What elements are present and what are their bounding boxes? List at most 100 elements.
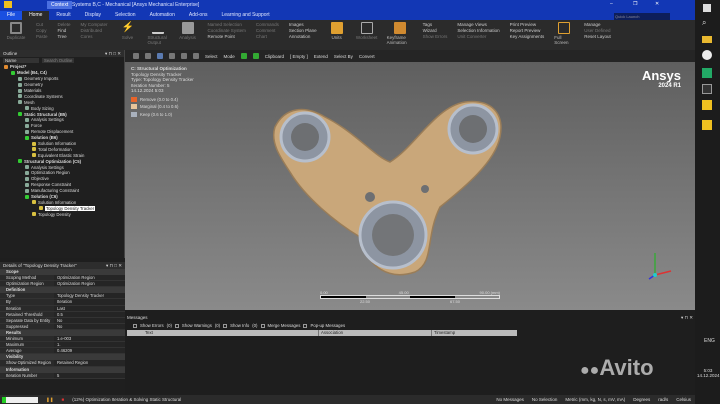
comment-button[interactable]: Comment [256,28,279,33]
full-screen-button[interactable]: Full Screen [554,22,574,48]
column-text[interactable]: Text [127,330,319,336]
keyframe-animation-button[interactable]: Keyframe Animation [387,22,413,48]
popup-messages-checkbox[interactable] [303,323,308,328]
select-label[interactable]: Select [205,54,218,59]
details-value[interactable]: Optimization Region [54,281,125,287]
annotation-button[interactable]: Annotation [289,34,317,39]
show-info-checkbox[interactable] [223,323,228,328]
tab-add-ons[interactable]: Add-ons [182,11,215,20]
tree-button[interactable]: Tree [58,34,71,39]
remote-point-button[interactable]: Remote Point [208,34,246,39]
show-warnings-checkbox[interactable] [174,323,179,328]
named-selection-button[interactable]: Named Selection [208,22,246,27]
mechanical-taskbar-icon[interactable] [702,120,712,130]
reset-layout-button[interactable]: Reset Layout [584,34,611,39]
details-value[interactable]: 0.5 [54,311,125,317]
show-errors-checkbox[interactable] [133,323,137,328]
close-button[interactable]: ✕ [655,1,659,7]
zoom-out-icon[interactable] [145,53,151,59]
cut-button[interactable]: Cut [36,22,48,27]
key-assignments-button[interactable]: Key Assignments [510,34,545,39]
ansys-taskbar-icon[interactable] [702,100,712,110]
report-preview-button[interactable]: Report Preview [510,28,545,33]
analysis-button[interactable]: Analysis [178,22,198,48]
details-value[interactable]: Optimization Region [54,275,125,281]
delete-button[interactable]: Delete [58,22,71,27]
quick-launch-input[interactable]: Quick Launch [614,13,670,20]
cores-field[interactable]: Cores [81,34,108,39]
wizard-button[interactable]: Wizard [423,28,448,33]
name-filter-dropdown[interactable]: Name [3,58,39,63]
select-by-dropdown[interactable]: Select By [334,54,353,59]
clipboard-dropdown[interactable]: Clipboard [265,54,284,59]
column-timestamp[interactable]: Timestamp [432,330,517,336]
show-errors-button[interactable]: Show Errors [423,34,448,39]
details-value[interactable]: No [54,323,125,329]
chart-button[interactable]: Chart [256,34,279,39]
mode-dropdown[interactable]: Mode [224,54,235,59]
rotate-icon[interactable] [169,53,175,59]
select-face-icon[interactable] [240,53,247,59]
convert-dropdown[interactable]: Convert [359,54,375,59]
language-indicator[interactable]: ENG [704,338,715,344]
details-value[interactable]: Retained Region [54,360,125,366]
copy-button[interactable]: Copy [36,28,48,33]
column-association[interactable]: Association [319,330,432,336]
print-preview-button[interactable]: Print Preview [510,22,545,27]
browser-icon[interactable] [702,50,712,60]
solve-target-select[interactable]: My Computer [81,22,108,27]
details-value[interactable]: 1. [54,342,125,348]
manage-views-button[interactable]: Manage Views [457,22,499,27]
view-icon[interactable] [157,53,163,59]
details-value[interactable]: 1.e-003 [54,336,125,342]
windows-start-icon[interactable] [703,4,711,12]
restore-button[interactable]: ❐ [633,1,637,7]
selection-information-button[interactable]: Selection Information [457,28,499,33]
messages-status[interactable]: No Messages [496,397,524,402]
worksheet-button[interactable]: Worksheet [356,22,377,48]
details-value[interactable]: 5 [54,372,125,378]
outline-search-input[interactable]: Search Outline [42,58,74,63]
app-icon-green[interactable] [702,68,712,78]
duplicate-button[interactable]: Duplicate [6,22,26,48]
section-plane-button[interactable]: Section Plane [289,28,317,33]
panel-controls[interactable]: ▾ ⊓ □ ✕ [105,51,121,56]
tab-display[interactable]: Display [78,11,108,20]
tab-selection[interactable]: Selection [108,11,143,20]
details-value[interactable]: Topology Density Tracker [54,293,125,299]
pause-button[interactable]: ❚❚ [46,397,54,403]
messages-panel-controls[interactable]: ▾ ⊓ ✕ [681,315,693,321]
structural-output-button[interactable]: Structural Output [148,22,168,48]
units-button[interactable]: Units [327,22,347,48]
details-value[interactable]: 0.46209 [54,348,125,354]
file-explorer-icon[interactable] [702,36,712,43]
clock[interactable]: 5:03 14.12.2024 [697,368,720,378]
tab-learning[interactable]: Learning and Support [215,11,277,20]
solve-button[interactable]: ⚡ Solve [118,22,138,48]
details-row[interactable]: Iteration Number 5 [0,372,125,379]
manage-layout-button[interactable]: Manage [584,22,611,27]
rate-units[interactable]: rad/s [658,397,668,402]
graphics-viewport[interactable]: C: Structural Optimization Topology Dens… [125,62,695,310]
details-panel-controls[interactable]: ▾ ⊓ □ ✕ [106,263,122,268]
merge-messages-checkbox[interactable] [260,323,265,328]
details-value[interactable]: No [54,317,125,323]
details-value[interactable]: Last [54,305,125,311]
tags-button[interactable]: Tags [423,22,448,27]
commands-button[interactable]: Commands [256,22,279,27]
tab-automation[interactable]: Automation [143,11,182,20]
fit-icon[interactable] [193,53,199,59]
search-icon[interactable]: ⌕ [702,18,706,28]
tab-result[interactable]: Result [49,11,77,20]
coordinate-system-button[interactable]: Coordinate System [208,28,246,33]
tree-item[interactable]: Topology Density [0,211,124,217]
app-icon-dark[interactable] [702,84,712,94]
user-defined-button[interactable]: User Defined [584,28,611,33]
tab-home[interactable]: Home [22,11,50,20]
extend-dropdown[interactable]: Extend [314,54,328,59]
context-tab[interactable]: Context [47,1,73,9]
pan-icon[interactable] [181,53,187,59]
temperature-units[interactable]: Celsius [676,397,691,402]
stop-button[interactable]: ■ [62,397,65,402]
minimize-button[interactable]: – [610,1,613,7]
